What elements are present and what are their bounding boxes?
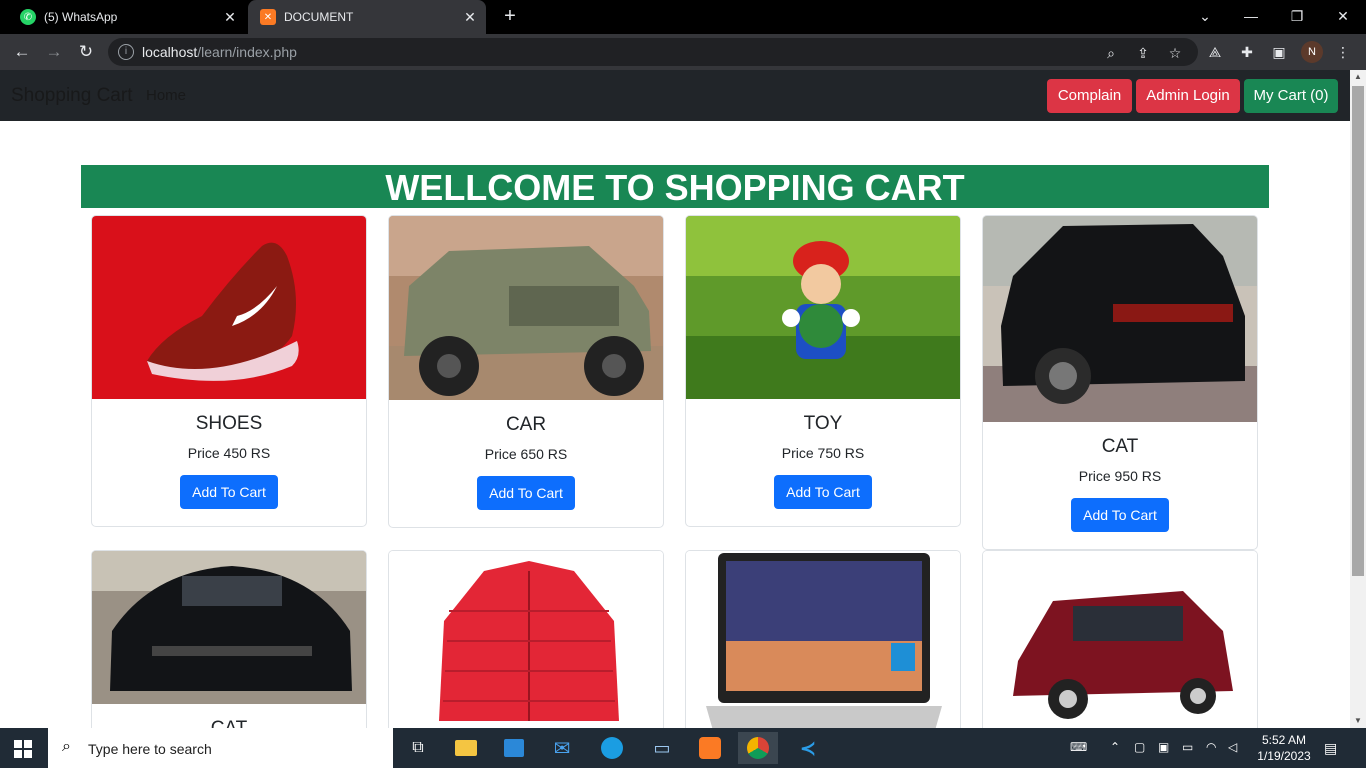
product-name: SHOES [195, 413, 263, 434]
back-icon[interactable]: ← [10, 40, 34, 64]
search-placeholder: Type here to search [88, 741, 212, 757]
window-close-button[interactable]: ✕ [1320, 0, 1366, 32]
scroll-up-icon[interactable]: ▲ [1350, 70, 1366, 84]
product-card [982, 550, 1258, 728]
add-to-cart-button[interactable]: Add To Cart [477, 476, 575, 510]
extension-icon[interactable]: ⟁ [1205, 42, 1225, 62]
product-name: CAT [92, 718, 366, 728]
tab-label: (5) WhatsApp [44, 10, 118, 24]
windows-start-icon[interactable] [14, 740, 32, 758]
tab-label: DOCUMENT [284, 10, 354, 24]
site-navbar: Shopping Cart Home Complain Admin Login … [0, 70, 1350, 121]
minimize-button[interactable]: — [1228, 0, 1274, 32]
product-image-toy [686, 216, 960, 399]
product-price: Price 650 RS [484, 446, 568, 462]
admin-login-button[interactable]: Admin Login [1136, 79, 1240, 113]
close-icon[interactable]: ✕ [460, 9, 480, 26]
product-image-suv [983, 216, 1257, 422]
microsoft-store-icon[interactable] [494, 732, 534, 764]
product-card: TOY Price 750 RS Add To Cart [685, 215, 961, 527]
product-image-jacket [389, 551, 663, 728]
keyboard-icon[interactable]: ⌨ [1070, 740, 1087, 754]
product-image-sedan [92, 551, 366, 704]
profile-avatar[interactable]: N [1301, 41, 1323, 63]
edge-icon[interactable] [592, 732, 632, 764]
clock-time: 5:52 AM [1261, 733, 1307, 747]
scroll-down-icon[interactable]: ▼ [1350, 714, 1366, 728]
xampp-icon: ✕ [260, 9, 276, 25]
tab-document[interactable]: ✕ DOCUMENT ✕ [248, 0, 486, 34]
url-text: localhost/learn/index.php [142, 44, 297, 60]
product-card: SHOES Price 450 RS Add To Cart [91, 215, 367, 527]
browser-toolbar: ← → ↻ i localhost/learn/index.php ⌕ ⇪ ☆ … [0, 34, 1366, 70]
side-panel-icon[interactable]: ▣ [1269, 42, 1289, 62]
computer-icon[interactable]: ▭ [642, 732, 682, 764]
product-price: Price 950 RS [1078, 468, 1162, 484]
vscode-icon[interactable]: ≺ [788, 732, 828, 764]
whatsapp-icon: ✆ [20, 9, 36, 25]
product-image-laptop [686, 551, 960, 728]
add-to-cart-button[interactable]: Add To Cart [1071, 498, 1169, 532]
taskbar-search-box[interactable]: ⌕ Type here to search [48, 728, 393, 768]
add-to-cart-button[interactable]: Add To Cart [774, 475, 872, 509]
product-image-hatchback [983, 551, 1257, 728]
taskbar-clock[interactable]: 5:52 AM 1/19/2023 [1252, 732, 1316, 764]
tab-whatsapp[interactable]: ✆ (5) WhatsApp ✕ [8, 0, 246, 34]
volume-icon[interactable]: ◁ [1228, 740, 1237, 754]
meet-now-icon[interactable]: ▢ [1134, 740, 1145, 754]
product-name: CAR [505, 414, 547, 435]
nav-home-link[interactable]: Home [146, 87, 186, 104]
notification-icon[interactable]: ▤ [1324, 740, 1337, 757]
clock-date: 1/19/2023 [1257, 749, 1311, 763]
product-name: TOY [803, 413, 843, 434]
product-card [685, 550, 961, 728]
address-bar[interactable]: i localhost/learn/index.php ⌕ ⇪ ☆ [108, 38, 1198, 66]
complain-button[interactable]: Complain [1047, 79, 1132, 113]
bookmark-star-icon[interactable]: ☆ [1166, 44, 1184, 62]
page-scrollbar[interactable]: ▲ ▼ [1350, 70, 1366, 728]
product-card: CAR Price 650 RS Add To Cart [388, 215, 664, 528]
share-icon[interactable]: ⇪ [1134, 44, 1152, 62]
reload-icon[interactable]: ↻ [74, 40, 98, 64]
page-viewport: Shopping Cart Home Complain Admin Login … [0, 70, 1350, 728]
add-to-cart-button[interactable]: Add To Cart [180, 475, 278, 509]
welcome-banner: WELLCOME TO SHOPPING CART [81, 165, 1269, 208]
close-icon[interactable]: ✕ [220, 9, 240, 26]
wifi-icon[interactable]: ◠ [1206, 740, 1216, 754]
file-explorer-icon[interactable] [446, 732, 486, 764]
product-image-shoes [92, 216, 366, 399]
puzzle-icon[interactable]: ✚ [1237, 42, 1257, 62]
search-icon: ⌕ [62, 738, 71, 755]
brand-link[interactable]: Shopping Cart [11, 85, 132, 107]
restore-button[interactable]: ❐ [1274, 0, 1320, 32]
site-info-icon[interactable]: i [118, 44, 134, 60]
my-cart-button[interactable]: My Cart (0) [1244, 79, 1338, 113]
scroll-thumb[interactable] [1352, 86, 1364, 576]
chrome-taskbar-icon[interactable] [738, 732, 778, 764]
task-view-icon[interactable]: ⧉ [398, 732, 438, 764]
xampp-taskbar-icon[interactable] [690, 732, 730, 764]
product-price: Price 450 RS [187, 445, 271, 461]
chevron-up-icon[interactable]: ⌃ [1110, 740, 1120, 754]
battery-icon[interactable]: ▭ [1182, 740, 1193, 754]
product-card: CAT Price 950 RS Add To Cart [982, 215, 1258, 550]
product-image-car [389, 216, 663, 400]
product-card [388, 550, 664, 728]
product-name: CAT [1101, 436, 1139, 457]
menu-icon[interactable]: ⋮ [1333, 42, 1353, 62]
product-card: CAT [91, 550, 367, 728]
tab-search-icon[interactable]: ⌄ [1182, 0, 1228, 32]
display-icon[interactable]: ▣ [1158, 740, 1169, 754]
mail-icon[interactable]: ✉ [542, 732, 582, 764]
new-tab-button[interactable]: + [498, 4, 522, 28]
browser-tab-strip: ✆ (5) WhatsApp ✕ ✕ DOCUMENT ✕ + ⌄ — ❐ ✕ [0, 0, 1366, 34]
product-price: Price 750 RS [781, 445, 865, 461]
windows-taskbar: ⌕ Type here to search ⧉ ✉ ▭ ≺ ⌨ ⌃ ▢ ▣ ▭ … [0, 728, 1366, 768]
forward-icon[interactable]: → [42, 40, 66, 64]
zoom-icon[interactable]: ⌕ [1102, 44, 1120, 62]
